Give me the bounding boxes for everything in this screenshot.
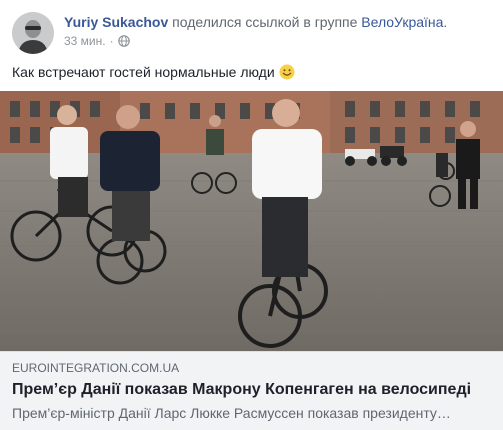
- post-title-line: Yuriy Sukachov поделился ссылкой в групп…: [64, 13, 447, 31]
- message-text: Как встречают гостей нормальные люди: [12, 64, 275, 80]
- link-preview-image[interactable]: [0, 91, 503, 351]
- link-word[interactable]: ссылкой: [245, 14, 299, 30]
- smile-emoji-icon: [279, 64, 295, 80]
- globe-icon[interactable]: [117, 35, 130, 47]
- meta-separator: ·: [109, 34, 114, 48]
- post-meta: 33 мин. ·: [64, 33, 447, 49]
- bicycle-photo-illustration: [0, 91, 503, 351]
- in-group-text: в группе: [303, 14, 358, 30]
- link-preview-box[interactable]: EUROINTEGRATION.COM.UA Прем’єр Данії пок…: [0, 351, 503, 430]
- author-name[interactable]: Yuriy Sukachov: [64, 14, 168, 30]
- author-avatar[interactable]: [12, 12, 54, 54]
- link-description[interactable]: Прем’єр-міністр Данії Ларс Люкке Расмусс…: [12, 404, 491, 422]
- title-period: .: [443, 14, 448, 30]
- link-title[interactable]: Прем’єр Данії показав Макрону Копенгаген…: [12, 380, 491, 400]
- group-name[interactable]: ВелоУкраїна: [361, 14, 443, 30]
- post-header: Yuriy Sukachov поделился ссылкой в групп…: [12, 12, 447, 54]
- link-domain[interactable]: EUROINTEGRATION.COM.UA: [12, 360, 491, 376]
- action-text: поделился: [172, 14, 242, 30]
- post-message: Как встречают гостей нормальные люди: [12, 62, 295, 82]
- post-timestamp[interactable]: 33 мин.: [64, 33, 106, 49]
- feed-post: Yuriy Sukachov поделился ссылкой в групп…: [0, 0, 503, 430]
